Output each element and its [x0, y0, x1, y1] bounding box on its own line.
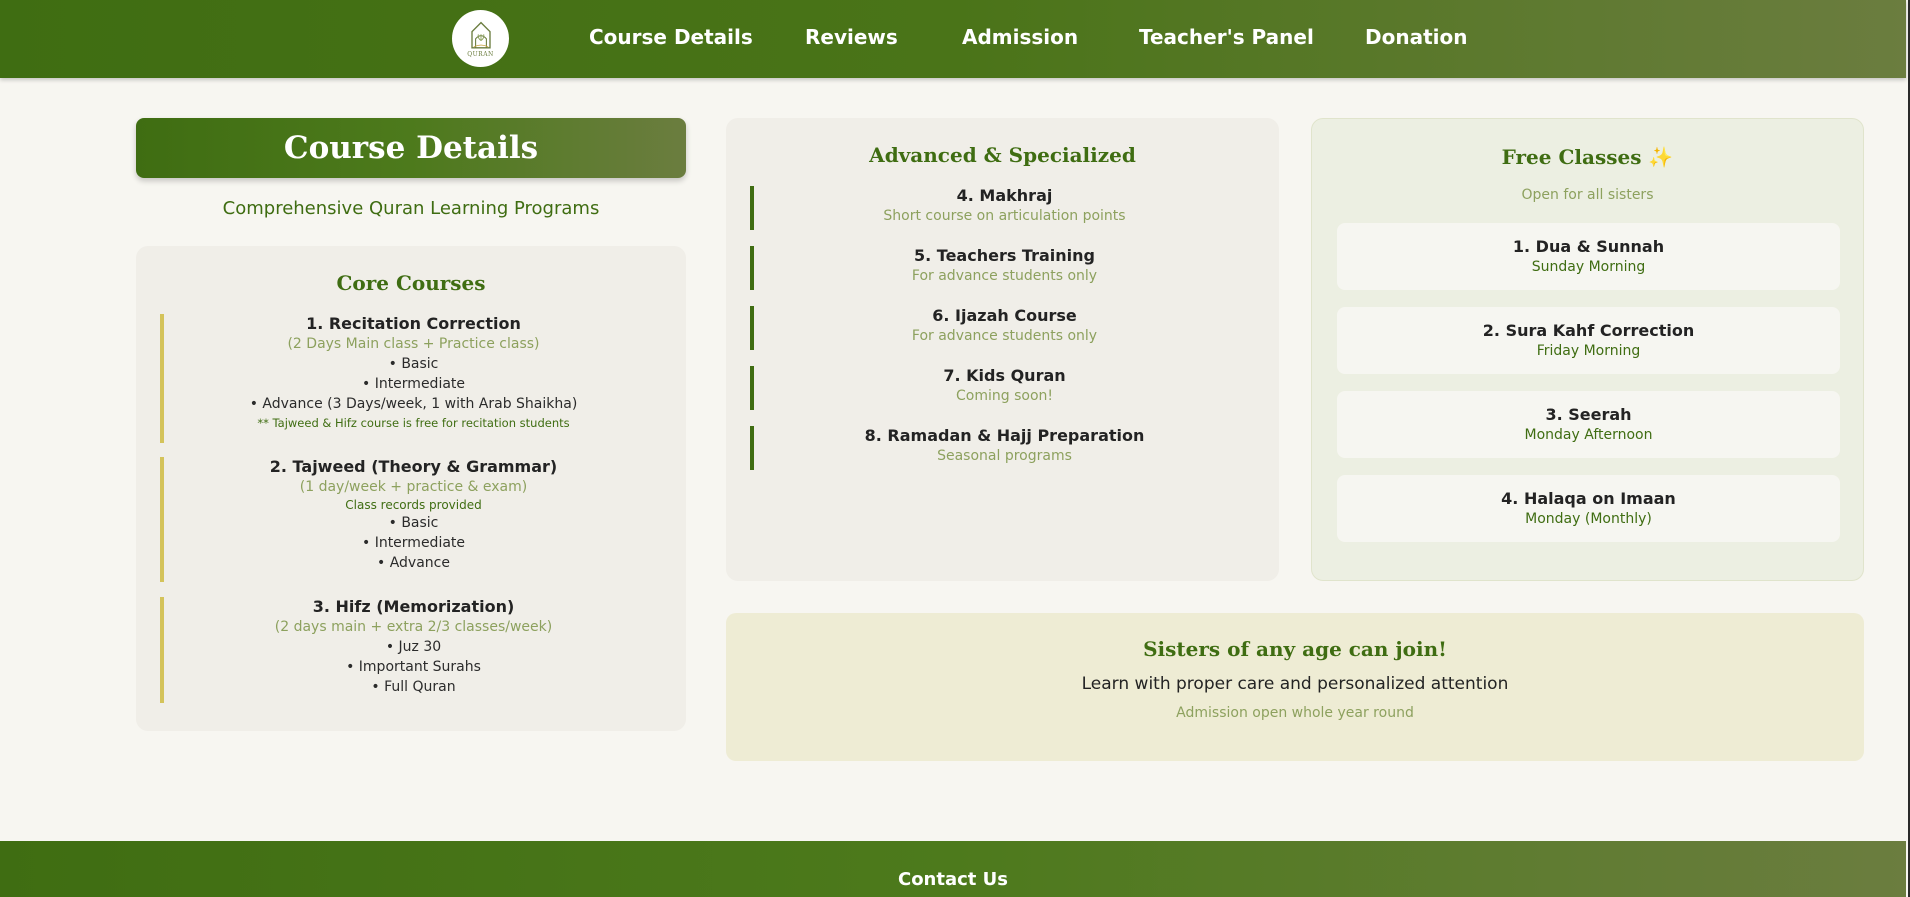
course-description: Seasonal programs	[937, 448, 1072, 464]
course-note: Class records provided	[345, 498, 482, 512]
footer: Contact Us	[0, 841, 1906, 897]
course-note: ** Tajweed & Hifz course is free for rec…	[257, 416, 570, 430]
course-level: • Intermediate	[361, 535, 466, 551]
course-schedule: (2 days main + extra 2/3 classes/week)	[274, 619, 553, 635]
free-class-time: Monday (Monthly)	[1525, 511, 1652, 527]
nav-course-details[interactable]: Course Details	[589, 25, 753, 49]
logo-text: QURAN	[467, 51, 494, 58]
page-subtitle: Comprehensive Quran Learning Programs	[222, 198, 600, 219]
course-level: • Advance	[377, 555, 450, 571]
course-level: • Juz 30	[385, 639, 442, 655]
course-schedule: (2 Days Main class + Practice class)	[287, 336, 540, 352]
course-level: • Basic	[388, 356, 439, 372]
free-class-time: Monday Afternoon	[1524, 427, 1653, 443]
sisters-text: Learn with proper care and personalized …	[1081, 674, 1509, 694]
free-class-sura-kahf: 2. Sura Kahf Correction Friday Morning	[1337, 307, 1840, 374]
course-tajweed: 2. Tajweed (Theory & Grammar) (1 day/wee…	[160, 457, 663, 582]
free-class-dua-sunnah: 1. Dua & Sunnah Sunday Morning	[1337, 223, 1840, 290]
advanced-courses-title: Advanced & Specialized	[869, 143, 1136, 167]
course-description: For advance students only	[911, 268, 1098, 284]
free-class-title: 1. Dua & Sunnah	[1512, 237, 1665, 256]
mosque-icon	[470, 21, 491, 49]
nav-reviews[interactable]: Reviews	[805, 25, 898, 49]
core-courses-card: Core Courses 1. Recitation Correction (2…	[136, 246, 686, 731]
course-level: • Full Quran	[371, 679, 456, 695]
course-kids-quran: 7. Kids Quran Coming soon!	[750, 366, 1255, 410]
course-schedule: (1 day/week + practice & exam)	[299, 479, 528, 495]
course-title: 3. Hifz (Memorization)	[312, 597, 515, 616]
advanced-courses-card: Advanced & Specialized 4. Makhraj Short …	[726, 118, 1279, 581]
free-class-title: 4. Halaqa on Imaan	[1501, 489, 1676, 508]
course-hifz: 3. Hifz (Memorization) (2 days main + ex…	[160, 597, 663, 703]
sisters-banner: Sisters of any age can join! Learn with …	[726, 613, 1864, 761]
course-description: Coming soon!	[956, 388, 1053, 404]
free-class-time: Friday Morning	[1536, 343, 1641, 359]
nav-admission[interactable]: Admission	[962, 25, 1078, 49]
sisters-title: Sisters of any age can join!	[1143, 637, 1447, 661]
free-class-seerah: 3. Seerah Monday Afternoon	[1337, 391, 1840, 458]
course-title: 5. Teachers Training	[914, 246, 1095, 265]
nav-donation[interactable]: Donation	[1365, 25, 1467, 49]
free-class-title: 3. Seerah	[1545, 405, 1632, 424]
course-title: 1. Recitation Correction	[306, 314, 521, 333]
course-recitation-correction: 1. Recitation Correction (2 Days Main cl…	[160, 314, 663, 443]
course-level: • Intermediate	[361, 376, 466, 392]
course-description: Short course on articulation points	[883, 208, 1126, 224]
free-classes-title: Free Classes ✨	[1501, 145, 1674, 169]
footer-contact-title: Contact Us	[897, 869, 1008, 890]
free-class-time: Sunday Morning	[1531, 259, 1646, 275]
course-title: 7. Kids Quran	[943, 366, 1066, 385]
page-title-banner: Course Details	[136, 118, 686, 178]
nav-teachers-panel[interactable]: Teacher's Panel	[1139, 25, 1314, 49]
free-class-halaqa-imaan: 4. Halaqa on Imaan Monday (Monthly)	[1337, 475, 1840, 542]
course-title: 2. Tajweed (Theory & Grammar)	[269, 457, 558, 476]
course-level: • Important Surahs	[346, 659, 481, 675]
course-description: For advance students only	[911, 328, 1098, 344]
course-teachers-training: 5. Teachers Training For advance student…	[750, 246, 1255, 290]
site-logo[interactable]: QURAN	[452, 10, 509, 67]
course-makhraj: 4. Makhraj Short course on articulation …	[750, 186, 1255, 230]
top-navbar: QURAN Course Details Reviews Admission T…	[0, 0, 1906, 78]
page-title: Course Details	[283, 130, 539, 166]
free-classes-subtitle: Open for all sisters	[1521, 187, 1654, 203]
course-title: 8. Ramadan & Hajj Preparation	[864, 426, 1145, 445]
course-level: • Basic	[388, 515, 439, 531]
free-class-title: 2. Sura Kahf Correction	[1482, 321, 1695, 340]
course-ijazah: 6. Ijazah Course For advance students on…	[750, 306, 1255, 350]
course-title: 6. Ijazah Course	[932, 306, 1077, 325]
sisters-note: Admission open whole year round	[1176, 705, 1414, 721]
core-courses-title: Core Courses	[336, 271, 486, 295]
course-ramadan-hajj: 8. Ramadan & Hajj Preparation Seasonal p…	[750, 426, 1255, 470]
free-classes-card: Free Classes ✨ Open for all sisters 1. D…	[1311, 118, 1864, 581]
course-title: 4. Makhraj	[956, 186, 1053, 205]
course-level: • Advance (3 Days/week, 1 with Arab Shai…	[249, 396, 578, 412]
